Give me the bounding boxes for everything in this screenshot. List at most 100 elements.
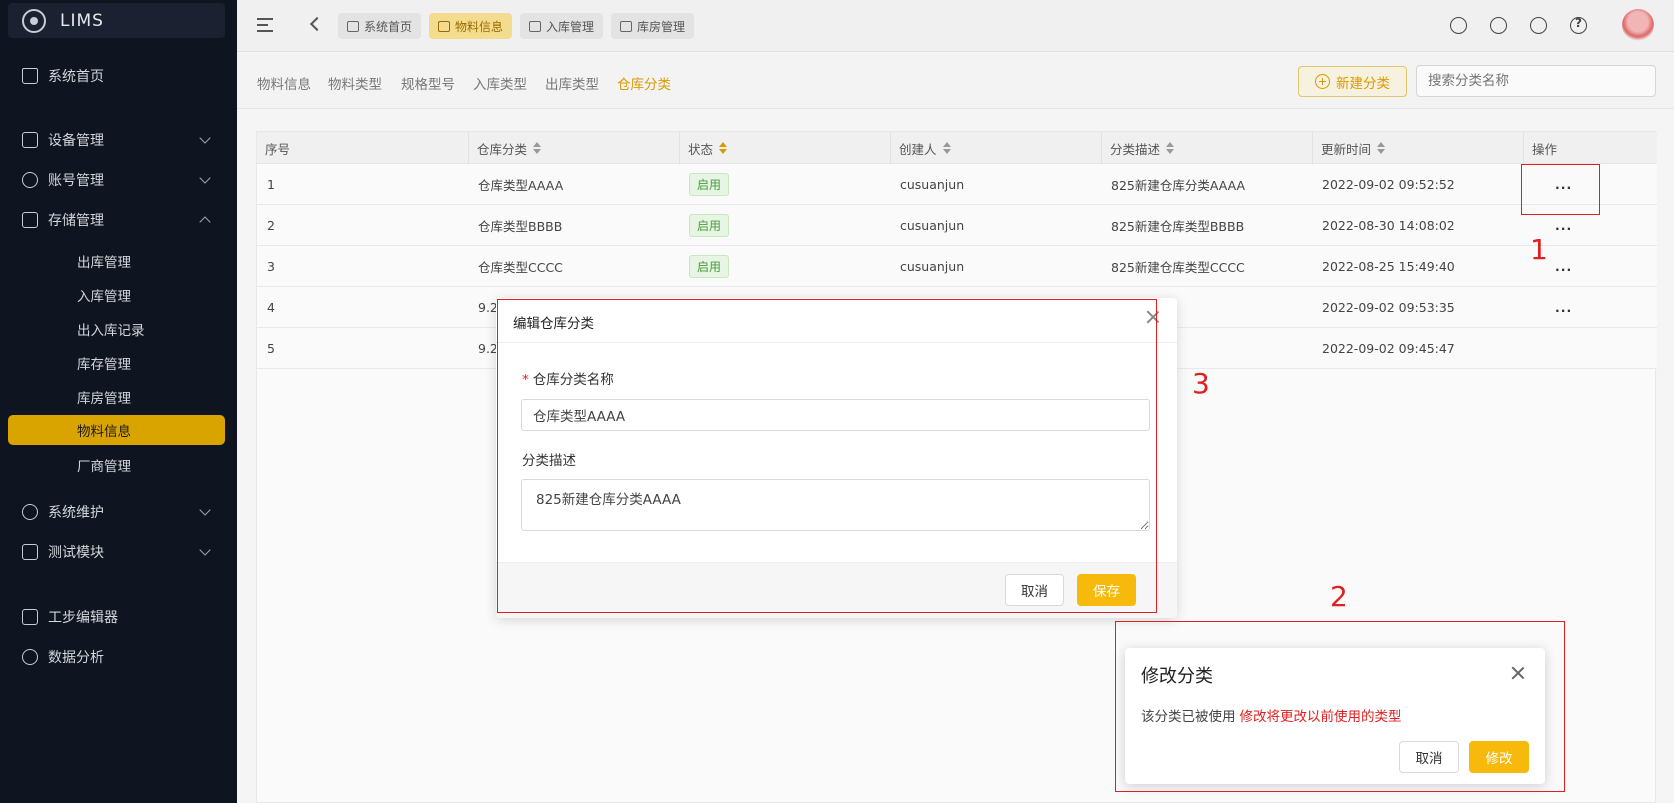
sidebar-item-storage[interactable]: 存储管理 — [0, 202, 237, 238]
new-category-label: 新建分类 — [1336, 75, 1390, 92]
cell-status: 启用 — [679, 205, 730, 245]
sidebar-item-label: 设备管理 — [48, 133, 104, 149]
sidebar: LIMS 系统首页 设备管理 账号管理 存储管理 出库管理 入库管理 出入库记录… — [0, 0, 237, 803]
chevron-down-icon — [199, 544, 211, 556]
pie-chart-icon — [22, 649, 38, 665]
globe-icon[interactable] — [1490, 17, 1507, 34]
chevron-down-icon — [199, 172, 211, 184]
chevron-down-icon — [199, 504, 211, 516]
cell-updated: 2022-08-30 14:08:02 — [1322, 217, 1455, 233]
cell-status: 启用 — [679, 246, 730, 286]
home-icon — [22, 68, 38, 84]
col-status[interactable]: 状态 — [679, 132, 890, 164]
chevron-down-icon — [199, 132, 211, 144]
table-row: 3 仓库类型CCCC 启用 cusuanjun 825新建仓库类型CCCC 20… — [257, 246, 1657, 287]
subnav-warehouse-category[interactable]: 仓库分类 — [617, 73, 671, 93]
annotation-label-2: 2 — [1330, 580, 1348, 613]
cell-category: 9.2 — [478, 340, 498, 356]
tab-bar: 系统首页 物料信息 入库管理 库房管理 — [338, 13, 695, 39]
logo-icon — [22, 8, 46, 33]
column-label: 序号 — [265, 141, 291, 157]
cell-description: 825新建仓库分类AAAA — [1111, 177, 1246, 193]
sort-icon[interactable] — [1377, 142, 1386, 154]
search-input[interactable] — [1416, 65, 1656, 97]
column-label: 创建人 — [899, 141, 937, 157]
cell-status: 启用 — [679, 164, 730, 204]
column-label: 仓库分类 — [477, 141, 528, 157]
help-icon[interactable] — [1570, 16, 1587, 34]
cell-category: 仓库类型AAAA — [478, 177, 564, 193]
sidebar-item-label: 存储管理 — [48, 213, 104, 229]
submenu-warehouse[interactable]: 库房管理 — [0, 382, 237, 412]
subnav-inbound-type[interactable]: 入库类型 — [473, 73, 527, 93]
col-updated[interactable]: 更新时间 — [1312, 132, 1523, 164]
back-arrow-icon[interactable] — [309, 16, 325, 32]
table-row: 1 仓库类型AAAA 启用 cusuanjun 825新建仓库分类AAAA 20… — [257, 164, 1657, 205]
submenu-inbound[interactable]: 入库管理 — [0, 280, 237, 310]
col-index: 序号 — [257, 132, 468, 164]
sidebar-item-step-editor[interactable]: 工步编辑器 — [0, 599, 237, 635]
col-category[interactable]: 仓库分类 — [468, 132, 679, 164]
submenu-vendors[interactable]: 厂商管理 — [0, 450, 237, 480]
sort-icon[interactable] — [719, 142, 728, 154]
palette-icon[interactable] — [1530, 17, 1547, 34]
avatar[interactable] — [1622, 9, 1654, 41]
tab-label: 入库管理 — [546, 19, 595, 34]
col-description[interactable]: 分类描述 — [1101, 132, 1312, 164]
plus-circle-icon — [1315, 74, 1330, 89]
app-name: LIMS — [60, 10, 104, 31]
cell-index: 2 — [267, 217, 275, 233]
sidebar-item-label: 数据分析 — [48, 650, 104, 666]
sort-icon[interactable] — [1166, 142, 1175, 154]
sidebar-item-devices[interactable]: 设备管理 — [0, 122, 237, 158]
menu-toggle-icon[interactable] — [257, 18, 273, 32]
sort-icon[interactable] — [942, 142, 951, 154]
sidebar-item-label: 账号管理 — [48, 173, 104, 189]
annotation-box-1 — [1521, 164, 1600, 215]
subnav-material-type[interactable]: 物料类型 — [328, 73, 382, 93]
sidebar-item-maintenance[interactable]: 系统维护 — [0, 494, 237, 530]
tab-label: 库房管理 — [637, 19, 686, 34]
sidebar-item-accounts[interactable]: 账号管理 — [0, 162, 237, 198]
cell-creator: cusuanjun — [900, 217, 965, 233]
col-actions: 操作 — [1523, 132, 1657, 164]
annotation-label-3: 3 — [1192, 367, 1210, 400]
subnav-spec-model[interactable]: 规格型号 — [401, 73, 455, 93]
cell-creator: cusuanjun — [900, 176, 965, 192]
peace-icon — [22, 504, 38, 520]
submenu-material-info[interactable]: 物料信息 — [8, 415, 225, 445]
sort-icon[interactable] — [533, 142, 542, 154]
row-actions-button[interactable]: ... — [1545, 246, 1572, 286]
sidebar-item-label: 工步编辑器 — [48, 610, 118, 626]
cell-category: 仓库类型BBBB — [478, 218, 563, 234]
tab-warehouse[interactable]: 库房管理 — [611, 13, 695, 39]
cell-category: 仓库类型CCCC — [478, 259, 563, 275]
col-creator[interactable]: 创建人 — [890, 132, 1101, 164]
annotation-box-3 — [497, 299, 1157, 613]
submenu-inventory[interactable]: 库存管理 — [0, 348, 237, 378]
submenu-outbound[interactable]: 出库管理 — [0, 246, 237, 276]
sidebar-item-test[interactable]: 测试模块 — [0, 534, 237, 570]
tab-material-info[interactable]: 物料信息 — [429, 13, 513, 39]
new-category-button[interactable]: 新建分类 — [1298, 66, 1407, 97]
tab-inbound[interactable]: 入库管理 — [520, 13, 604, 39]
subnav-outbound-type[interactable]: 出库类型 — [545, 73, 599, 93]
cell-description: 825新建仓库类型BBBB — [1111, 218, 1245, 234]
cell-index: 1 — [267, 176, 275, 192]
cell-category: 9.2 — [478, 299, 498, 315]
status-badge: 启用 — [689, 172, 730, 196]
subnav-material-info[interactable]: 物料信息 — [257, 73, 311, 93]
tab-home[interactable]: 系统首页 — [338, 13, 422, 39]
sidebar-item-home[interactable]: 系统首页 — [0, 58, 237, 94]
submenu-records[interactable]: 出入库记录 — [0, 314, 237, 344]
column-label: 更新时间 — [1321, 141, 1372, 157]
sidebar-item-label: 系统维护 — [48, 505, 104, 521]
sidebar-item-analytics[interactable]: 数据分析 — [0, 639, 237, 675]
message-icon[interactable] — [1450, 17, 1467, 34]
cell-updated: 2022-09-02 09:53:35 — [1322, 299, 1455, 315]
test-icon — [22, 544, 38, 560]
cell-updated: 2022-09-02 09:52:52 — [1322, 176, 1455, 192]
cell-index: 5 — [267, 340, 275, 356]
logo-bar[interactable]: LIMS — [8, 3, 225, 38]
row-actions-button[interactable]: ... — [1545, 287, 1572, 327]
